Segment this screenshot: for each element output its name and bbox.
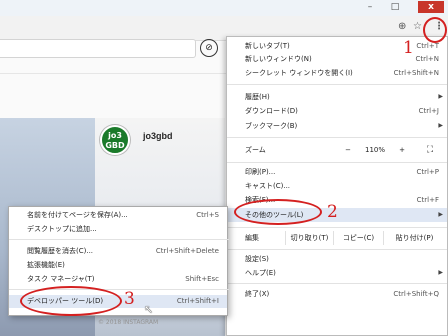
menu-item-exit[interactable]: 終了(X) Ctrl+Shift+Q (227, 288, 447, 300)
menu-item-new-tab[interactable]: 新しいタブ(T) Ctrl+T (227, 40, 447, 52)
submenu-item-add-desktop[interactable]: デスクトップに追加... (9, 223, 227, 235)
menu-separator (227, 283, 447, 284)
annotation-ring-dev-tools (20, 286, 122, 316)
chevron-right-icon: ▶ (438, 93, 443, 100)
zoom-level: 110% (364, 146, 385, 154)
restore-icon[interactable]: □ (385, 1, 405, 13)
menu-separator (227, 249, 447, 250)
avatar[interactable]: jo3 GBD (100, 125, 130, 155)
profile-username[interactable]: jo3gbd (143, 131, 173, 141)
menu-item-help[interactable]: ヘルプ(E) ▶ (227, 267, 447, 279)
menu-separator (227, 162, 447, 163)
menu-item-new-window[interactable]: 新しいウィンドウ(N) Ctrl+N (227, 53, 447, 65)
compass-icon[interactable]: ⊘ (200, 39, 218, 57)
menu-item-settings[interactable]: 設定(S) (227, 253, 447, 265)
annotation-ring-more-tools (234, 199, 322, 225)
submenu-item-save-page[interactable]: 名前を付けてページを保存(A)... Ctrl+S (9, 209, 227, 221)
fullscreen-icon[interactable]: ⛶ (423, 143, 437, 157)
mouse-cursor-icon: ↖ (144, 303, 154, 316)
menu-item-downloads[interactable]: ダウンロード(D) Ctrl+J (227, 105, 447, 117)
copy-button[interactable]: コピー(C) (333, 231, 383, 245)
menu-item-history[interactable]: 履歴(H) ▶ (227, 91, 447, 103)
submenu-item-clear-data[interactable]: 閲覧履歴を消去(C)... Ctrl+Shift+Delete (9, 245, 227, 257)
star-icon[interactable]: ☆ (413, 21, 422, 33)
window-titlebar: – □ x (0, 0, 448, 16)
search-input[interactable] (0, 39, 196, 58)
zoom-in-button[interactable]: + (395, 143, 409, 157)
menu-item-cast[interactable]: キャスト(C)... (227, 180, 447, 192)
annotation-number-1: 1 (403, 38, 414, 58)
cut-button[interactable]: 切り取り(T) (285, 231, 333, 245)
chevron-right-icon: ▶ (438, 211, 443, 218)
annotation-number-2: 2 (327, 202, 338, 222)
avatar-text-bottom: GBD (105, 141, 125, 150)
chevron-right-icon: ▶ (438, 122, 443, 129)
submenu-item-extensions[interactable]: 拡張機能(E) (9, 259, 227, 271)
zoom-icon[interactable]: ⊕ (398, 21, 406, 33)
paste-button[interactable]: 貼り付け(P) (383, 231, 445, 245)
close-icon[interactable]: x (418, 1, 444, 13)
menu-item-zoom: ズーム (245, 146, 266, 154)
avatar-text-top: jo3 (108, 131, 122, 140)
menu-separator (227, 227, 447, 228)
menu-separator (227, 137, 447, 138)
submenu-item-task-manager[interactable]: タスク マネージャ(T) Shift+Esc (9, 273, 227, 285)
annotation-number-3: 3 (124, 289, 135, 309)
menu-item-incognito[interactable]: シークレット ウィンドウを開く(I) Ctrl+Shift+N (227, 67, 447, 79)
zoom-out-button[interactable]: − (341, 143, 355, 157)
menu-item-print[interactable]: 印刷(P)... Ctrl+P (227, 166, 447, 178)
menu-separator (9, 239, 229, 240)
menu-separator (227, 84, 447, 85)
copyright-text: © 2018 INSTAGRAM (98, 319, 159, 326)
minimize-icon[interactable]: – (360, 1, 380, 13)
menu-item-bookmarks[interactable]: ブックマーク(B) ▶ (227, 120, 447, 132)
chrome-main-menu: 新しいタブ(T) Ctrl+T 新しいウィンドウ(N) Ctrl+N シークレッ… (226, 36, 448, 336)
annotation-ring-menu (423, 17, 447, 43)
chevron-right-icon: ▶ (438, 269, 443, 276)
